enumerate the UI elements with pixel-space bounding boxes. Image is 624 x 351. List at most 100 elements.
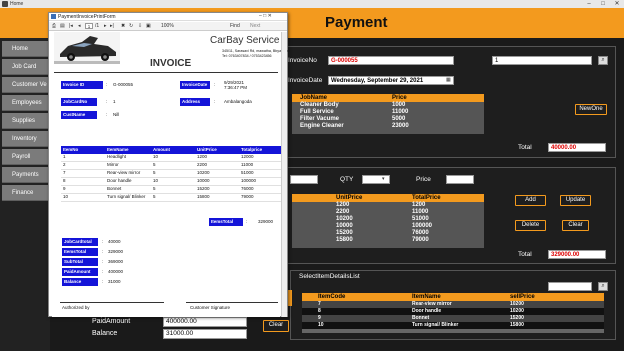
jobs-cell: Engine Cleaner	[300, 123, 344, 129]
table-row[interactable]: 15800 79000	[292, 237, 484, 244]
first-page-icon[interactable]: |◂	[69, 22, 73, 31]
new-one-button[interactable]: NewOne	[575, 104, 607, 115]
items-total-label-print: ItemsTotal	[209, 218, 243, 226]
sidebar-item-finance[interactable]: Finance	[2, 185, 48, 201]
export-icon[interactable]: ⇩	[138, 22, 142, 31]
items-cell: 79000	[412, 237, 429, 243]
jobs-grid: JobName Price Cleaner Body 1000 Full Ser…	[292, 94, 484, 134]
selected-items-title: SelectItemDetailsList	[299, 273, 360, 280]
selected-col-sellprice: sellPrice	[510, 294, 535, 300]
refresh-icon[interactable]: ↻	[129, 22, 133, 31]
table-row[interactable]: 2200 11000	[292, 209, 484, 216]
qty-select[interactable]	[362, 175, 390, 184]
items-cell: 100000	[412, 223, 433, 229]
selected-search-button[interactable]: ⌕	[598, 282, 608, 291]
selected-search-input[interactable]	[548, 282, 592, 291]
find-link[interactable]: Find	[230, 22, 240, 31]
sidebar-item-payroll[interactable]: Payroll	[2, 149, 48, 165]
invoice-cell: 5	[153, 162, 156, 167]
invoice-cell: Door handle	[107, 178, 132, 183]
items-cell: 10000	[336, 223, 353, 229]
clear-items-button[interactable]: Clear	[562, 220, 589, 231]
prev-page-icon[interactable]: ◂	[78, 22, 81, 31]
paid-amount-label: PaidAmount	[92, 318, 131, 325]
selected-grid-header: ItemCode ItemName sellPrice	[302, 293, 604, 301]
colon: :	[214, 99, 216, 104]
page-number-input[interactable]: 1	[85, 23, 93, 29]
sidebar-item-employees[interactable]: Employees	[2, 95, 48, 111]
sidebar-item-inventory[interactable]: Inventory	[2, 131, 48, 147]
preview-window-controls[interactable]: – □ ✕	[259, 13, 272, 19]
jobs-col-jobname: JobName	[300, 95, 328, 101]
selected-cell: 10200	[510, 301, 524, 307]
preview-scrollbar[interactable]	[281, 32, 287, 317]
invoice-cell: 5	[153, 170, 156, 175]
payment-clear-button[interactable]: Clear	[263, 320, 289, 332]
next-link[interactable]: Next	[250, 22, 260, 31]
table-row[interactable]: Full Service 11000	[292, 109, 484, 116]
hidden-button-edge[interactable]	[288, 290, 292, 306]
colon: :	[102, 239, 104, 244]
invoice-search-input[interactable]: 1	[492, 56, 592, 65]
minimize-button[interactable]: –	[582, 0, 596, 8]
signature-line	[60, 302, 164, 303]
sidebar-item-payments[interactable]: Payments	[2, 167, 48, 183]
invoice-col-itemno: ItemNo	[63, 147, 79, 152]
table-row[interactable]: Filter Vacume 5000	[292, 116, 484, 123]
stop-icon[interactable]: ✖	[121, 22, 125, 31]
table-row[interactable]: Engine Cleaner 23000	[292, 123, 484, 130]
invoice-search-button[interactable]: ⌕	[598, 56, 608, 65]
delete-button[interactable]: Delete	[515, 220, 546, 231]
next-page-icon[interactable]: ▸	[104, 22, 107, 31]
invoice-date-picker[interactable]: Wednesday, September 29, 2021	[328, 76, 454, 85]
sidebar-item-supplies[interactable]: Supplies	[2, 113, 48, 129]
balance-field[interactable]: 31000.00	[163, 329, 247, 339]
colon: :	[102, 279, 104, 284]
table-row[interactable]: 10 Turn signal/ Blinker 15800	[302, 322, 604, 329]
invoice-cell: 5	[153, 194, 156, 199]
invoice-id-label: Invoice ID	[61, 81, 103, 89]
table-row[interactable]: 8 Door handle 10200	[302, 308, 604, 315]
divider	[54, 72, 278, 73]
add-button[interactable]: Add	[515, 195, 546, 206]
authorized-by-label: Authorized by	[62, 305, 90, 310]
search-icon: ⌕	[601, 57, 605, 63]
table-row[interactable]: 10200 51000	[292, 216, 484, 223]
jobs-total-field[interactable]: 40000.00	[548, 143, 606, 152]
save-icon[interactable]: ▤	[60, 22, 65, 31]
last-page-icon[interactable]: ▸|	[110, 22, 114, 31]
paid-amount-field[interactable]: 400000.00	[163, 317, 247, 327]
summary-value: 40000	[108, 239, 121, 244]
maximize-button[interactable]: □	[596, 0, 610, 8]
close-button[interactable]: ✕	[610, 0, 624, 8]
sidebar-item-home[interactable]: Home	[2, 41, 48, 57]
invoice-cell: Turn signal/ Blinker	[107, 194, 146, 199]
update-button[interactable]: Update	[560, 195, 591, 206]
invoice-no-field[interactable]: G-000055	[328, 56, 454, 65]
selected-cell: 15800	[510, 322, 524, 328]
invoice-cell: 5	[153, 186, 156, 191]
table-row[interactable]: 7 Rear-view mirror 10200	[302, 301, 604, 308]
items-total-field[interactable]: 329000.00	[548, 250, 606, 259]
table-row[interactable]: 15200 76000	[292, 230, 484, 237]
sidebar-item-job-card[interactable]: Job Card	[2, 59, 48, 75]
sidebar-item-customer[interactable]: Customer Ve	[2, 77, 48, 93]
print-icon[interactable]: ⎙	[52, 22, 56, 31]
items-cell: 11000	[412, 209, 429, 215]
table-row[interactable]: Cleaner Body 1000	[292, 102, 484, 109]
customer-name-label: CustName	[61, 111, 97, 119]
table-row[interactable]: 1200 1200	[292, 202, 484, 209]
chevron-down-icon[interactable]: ▾	[382, 176, 385, 182]
price-input[interactable]	[446, 175, 474, 184]
calendar-icon[interactable]: ▦	[446, 77, 451, 83]
colon: :	[102, 249, 104, 254]
invoice-page: CarBay Service 345/11, Sarasavi Rd, mawa…	[52, 32, 290, 317]
jobs-cell: Cleaner Body	[300, 102, 339, 108]
selected-cell: 9	[318, 315, 321, 321]
items-cell: 15800	[336, 237, 353, 243]
layout-icon[interactable]: ▣	[146, 22, 151, 31]
table-row[interactable]: 9 Bonnet 15200	[302, 315, 604, 322]
item-code-input[interactable]	[290, 175, 318, 184]
zoom-select[interactable]: 100%	[161, 22, 174, 31]
table-row[interactable]: 10000 100000	[292, 223, 484, 230]
